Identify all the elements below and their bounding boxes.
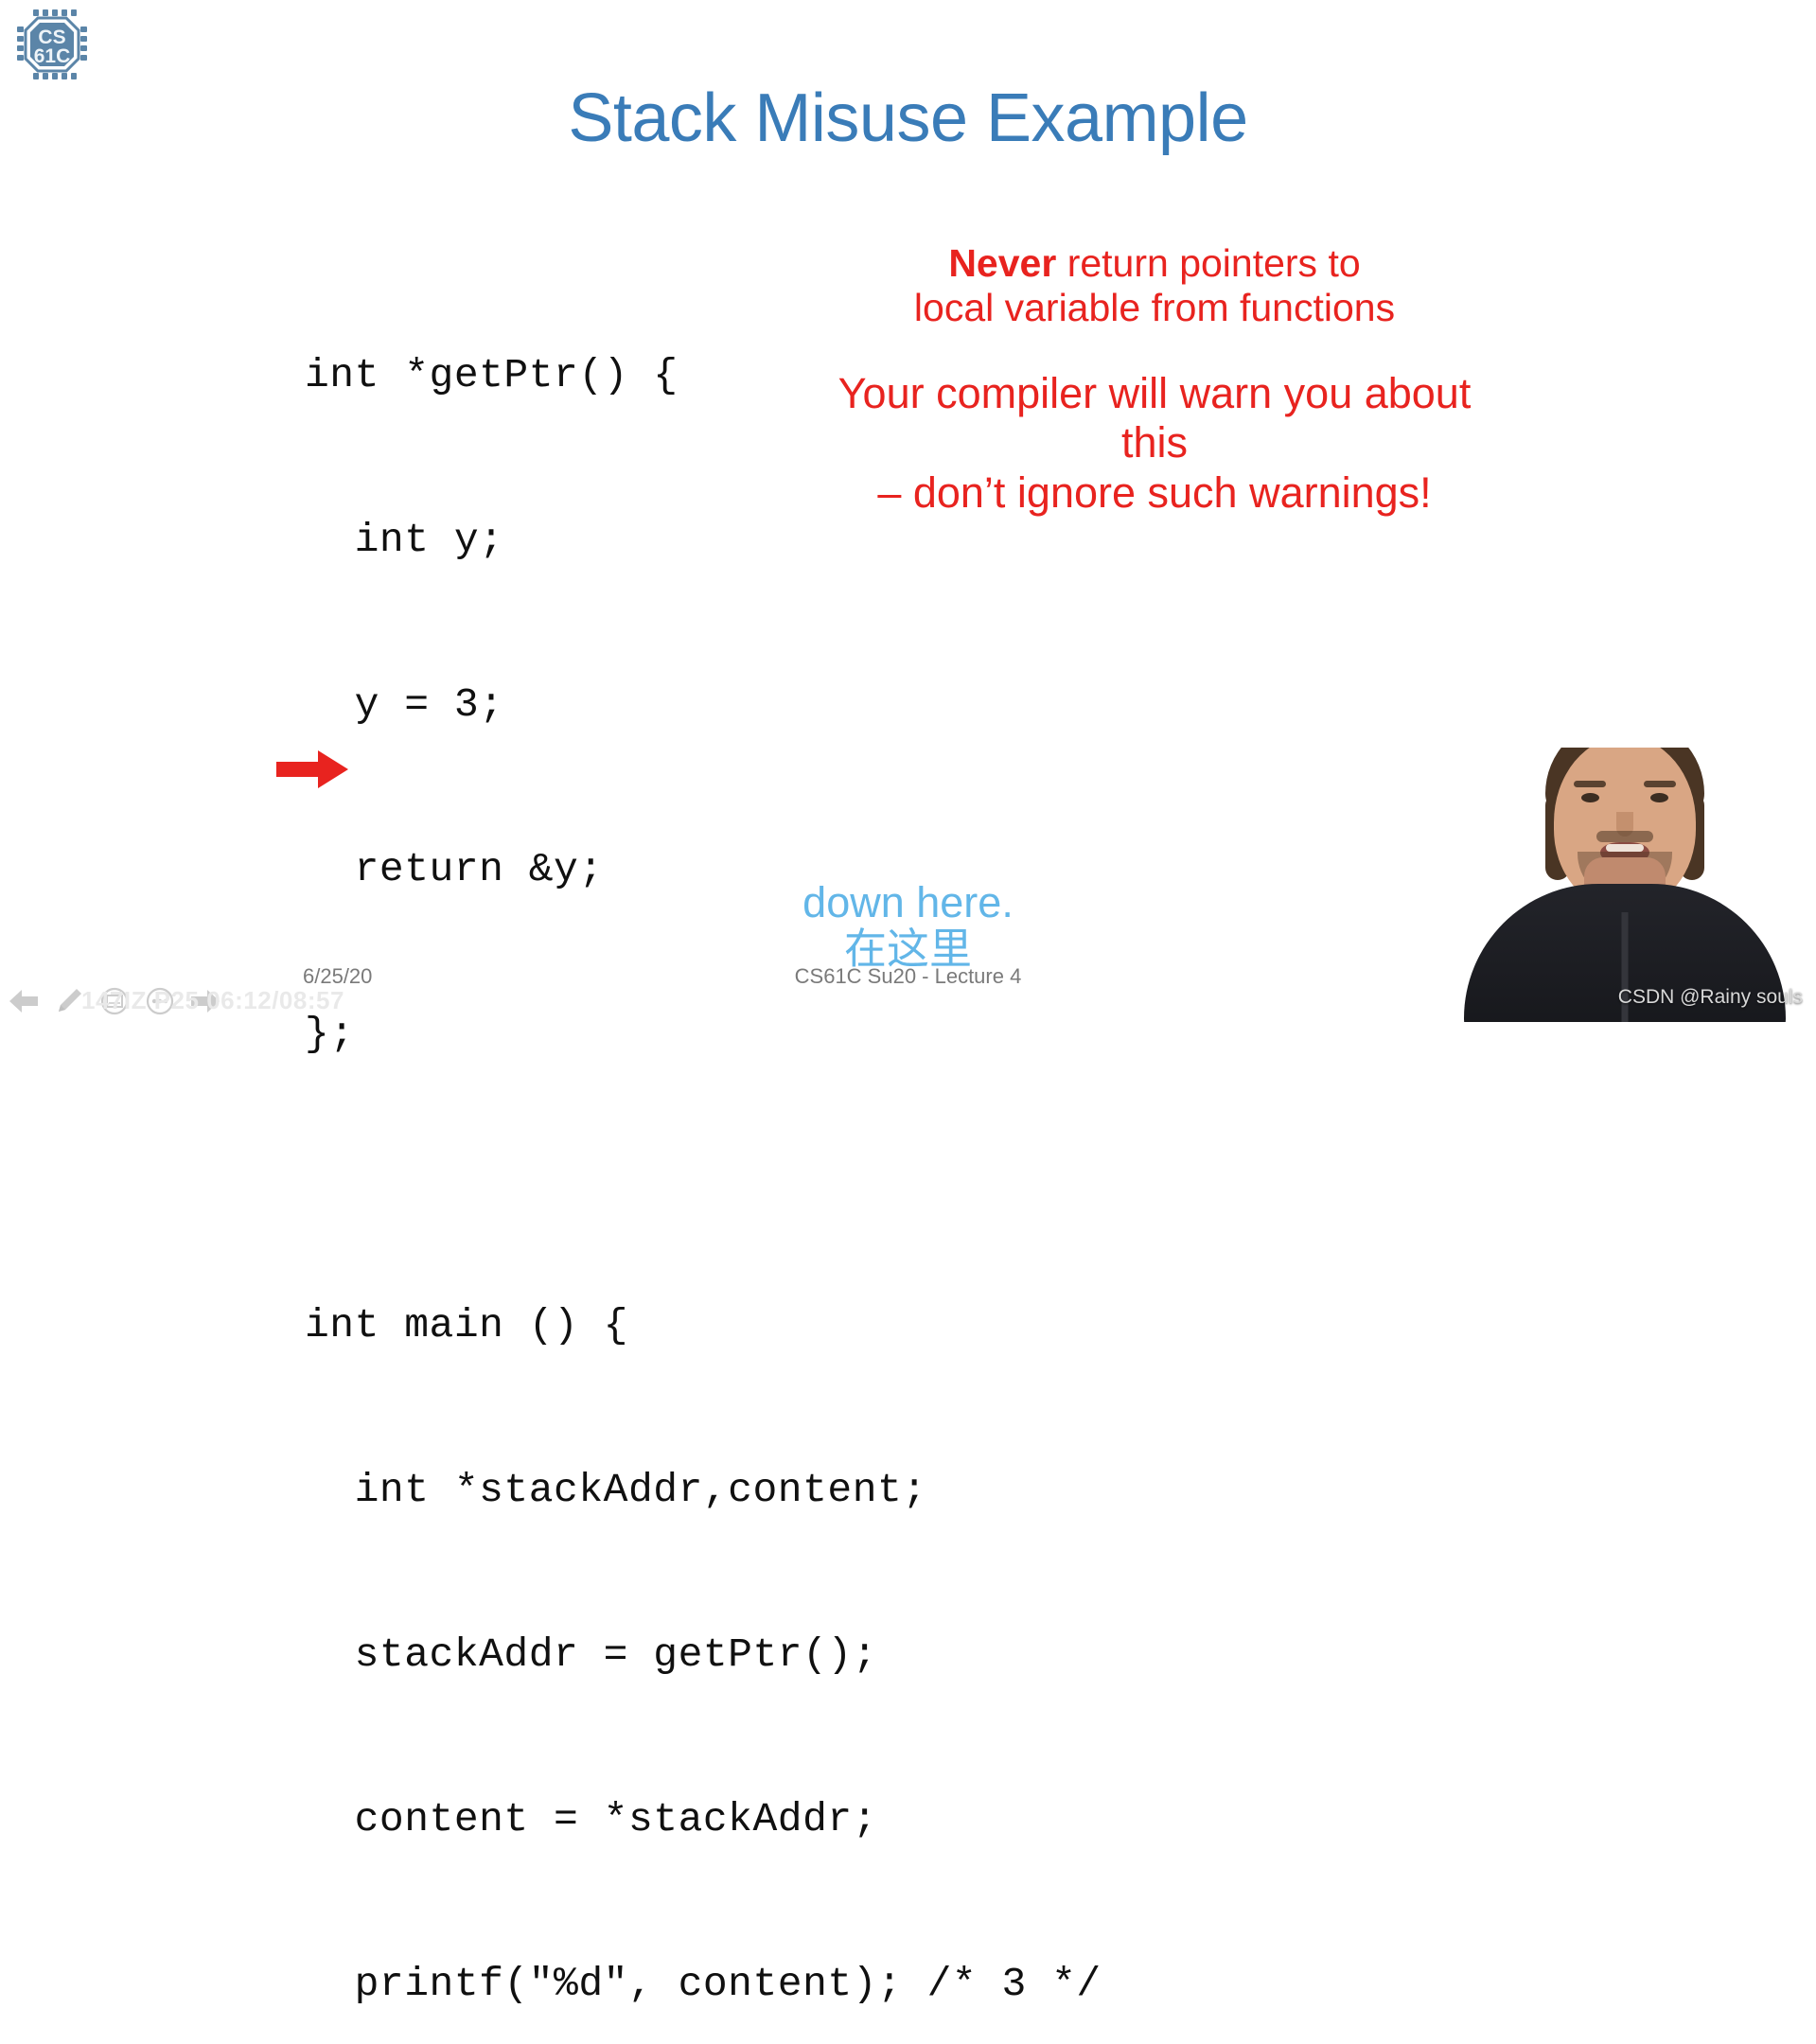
csdn-watermark: CSDN @Rainy souls	[1617, 986, 1803, 1008]
code-line: return &y;	[305, 846, 604, 892]
presenter-mustache	[1596, 831, 1653, 842]
svg-text:61C: 61C	[34, 45, 71, 67]
code-line: content = *stackAddr;	[305, 1796, 877, 1842]
warning-note: Never return pointers to local variable …	[776, 241, 1533, 517]
code-line: int y;	[305, 517, 504, 563]
code-line: int *stackAddr,content;	[305, 1467, 927, 1513]
code-line: int main () {	[305, 1302, 628, 1348]
presenter-video[interactable]: CSDN @Rainy souls	[1434, 748, 1816, 1022]
code-line-highlighted: printf("%d", content); /* 3 */	[305, 1961, 1102, 2007]
code-line: stackAddr = getPtr();	[305, 1631, 877, 1678]
note-line-4: this	[1120, 417, 1189, 467]
code-line: y = 3;	[305, 681, 504, 728]
note-line-2: local variable from functions	[913, 285, 1396, 329]
presenter-eyebrow-right	[1644, 781, 1676, 787]
presenter-eye-right	[1650, 793, 1668, 802]
note-emphasis: Never	[948, 241, 1057, 285]
presenter-eye-left	[1581, 793, 1599, 802]
note-spacer	[776, 329, 1533, 369]
player-toolbar[interactable]: 147IZ P25 06:12/08:57	[0, 980, 405, 1022]
note-line-1: Never return pointers to	[776, 241, 1533, 286]
pencil-icon[interactable]	[53, 985, 85, 1017]
player-status-text: 147IZ P25 06:12/08:57	[81, 986, 344, 1014]
code-line: };	[305, 1011, 355, 1057]
presenter-eyebrow-left	[1574, 781, 1606, 787]
note-line-3: Your compiler will warn you about	[837, 369, 1472, 418]
page-title: Stack Misuse Example	[568, 80, 1248, 156]
arrow-left-icon[interactable]	[8, 985, 40, 1017]
cs61c-chip-logo: CS 61C	[15, 8, 89, 81]
note-line-1-rest: return pointers to	[1056, 241, 1361, 285]
note-line-5: – don’t ignore such warnings!	[877, 468, 1432, 518]
red-arrow-icon	[276, 749, 348, 789]
